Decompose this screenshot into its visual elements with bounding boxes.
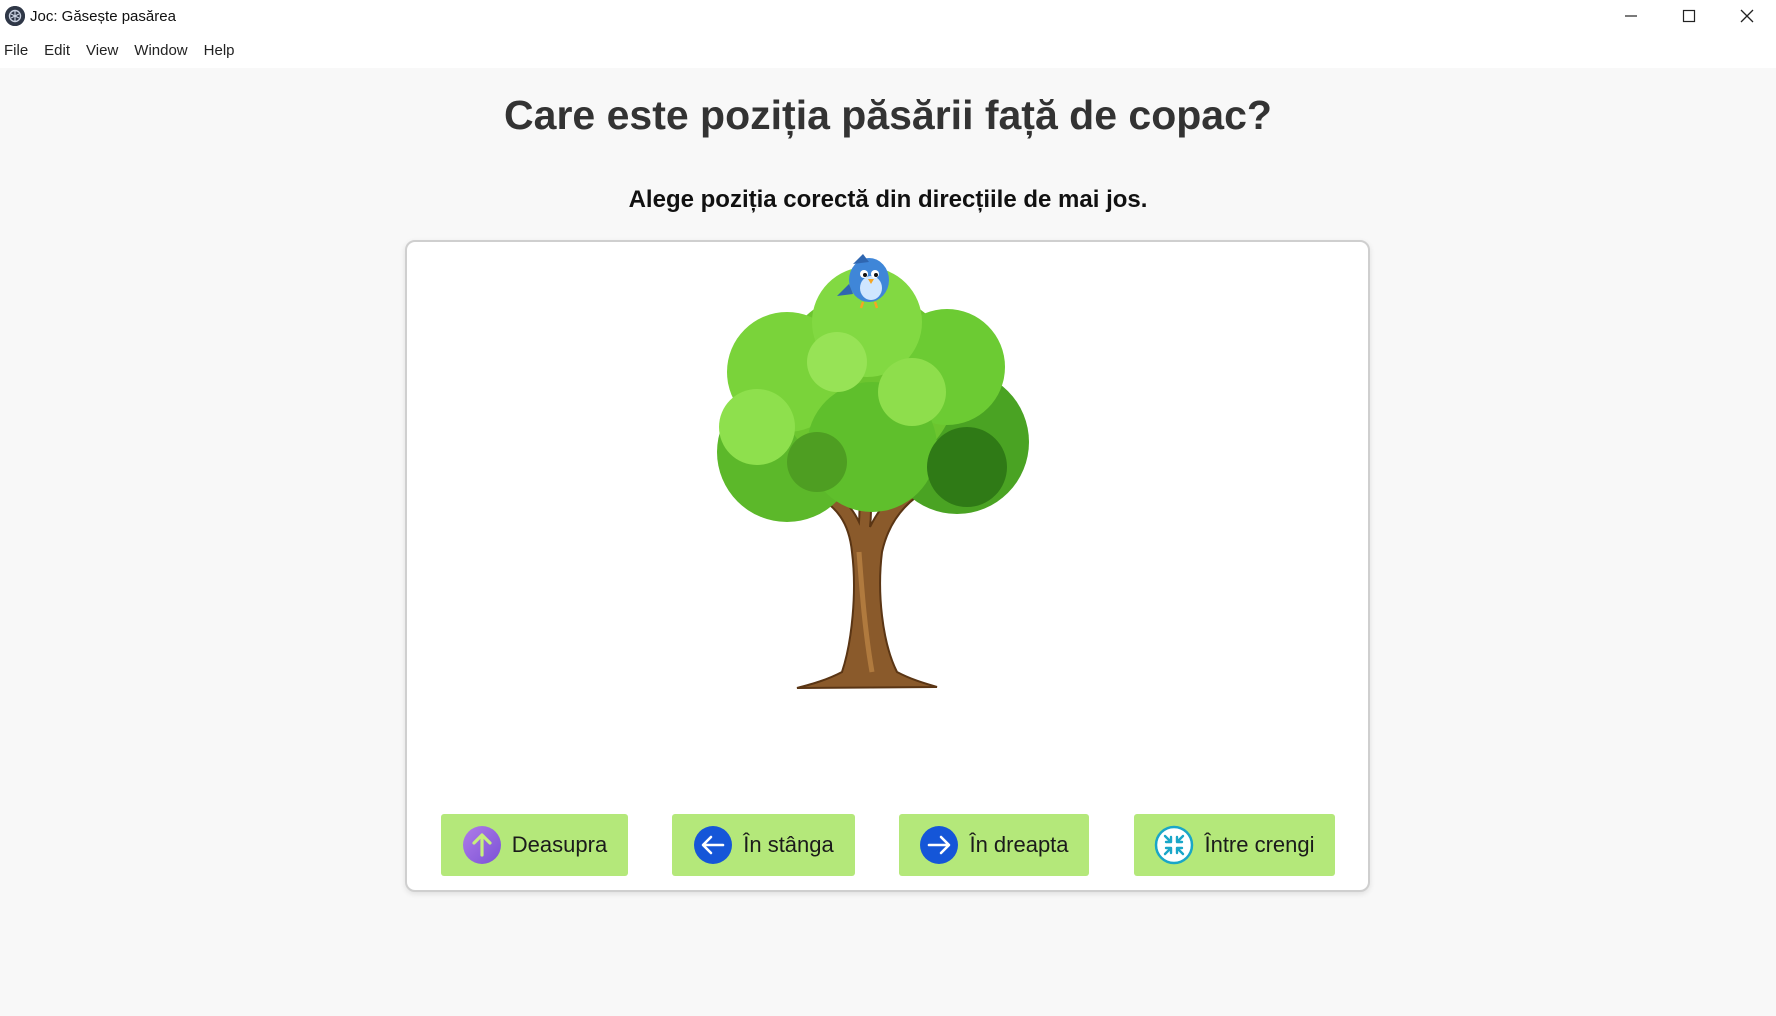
minimize-icon (1625, 15, 1637, 17)
menu-view[interactable]: View (86, 42, 118, 59)
answer-label: În dreapta (969, 832, 1069, 857)
arrow-left-icon (694, 826, 733, 864)
menu-window[interactable]: Window (134, 42, 187, 59)
compress-icon (1155, 825, 1194, 865)
close-button[interactable] (1718, 0, 1776, 32)
window-title: Joc: Găsește pasărea (30, 8, 176, 25)
close-icon (1740, 9, 1754, 23)
game-content: Care este poziția păsării față de copac?… (0, 68, 1776, 1016)
menu-bar: File Edit View Window Help (0, 32, 1776, 68)
tree-illustration (717, 267, 1029, 689)
arrow-up-icon (462, 826, 501, 864)
menu-file[interactable]: File (4, 42, 28, 59)
answer-intre-crengi-button[interactable]: Între crengi (1134, 814, 1335, 876)
maximize-icon (1682, 9, 1696, 23)
scene-illustration (717, 254, 1029, 689)
minimize-button[interactable] (1602, 0, 1660, 32)
arrow-right-icon (920, 826, 959, 864)
question-heading: Care este poziția păsării față de copac? (504, 92, 1272, 138)
answer-stanga-button[interactable]: În stânga (672, 814, 855, 876)
app-icon (5, 6, 25, 26)
answer-dreapta-button[interactable]: În dreapta (899, 814, 1089, 876)
title-bar: Joc: Găsește pasărea (0, 0, 1776, 32)
answer-label: Deasupra (511, 832, 608, 857)
answer-label: În stânga (743, 832, 834, 857)
answer-label: Între crengi (1204, 832, 1315, 857)
menu-edit[interactable]: Edit (44, 42, 70, 59)
answer-deasupra-button[interactable]: Deasupra (441, 814, 628, 876)
instruction-text: Alege poziția corectă din direcțiile de … (628, 186, 1148, 213)
scene (637, 252, 1097, 692)
maximize-button[interactable] (1660, 0, 1718, 32)
game-card: Deasupra În stânga În dreapta Între cren… (405, 240, 1370, 892)
menu-help[interactable]: Help (204, 42, 235, 59)
